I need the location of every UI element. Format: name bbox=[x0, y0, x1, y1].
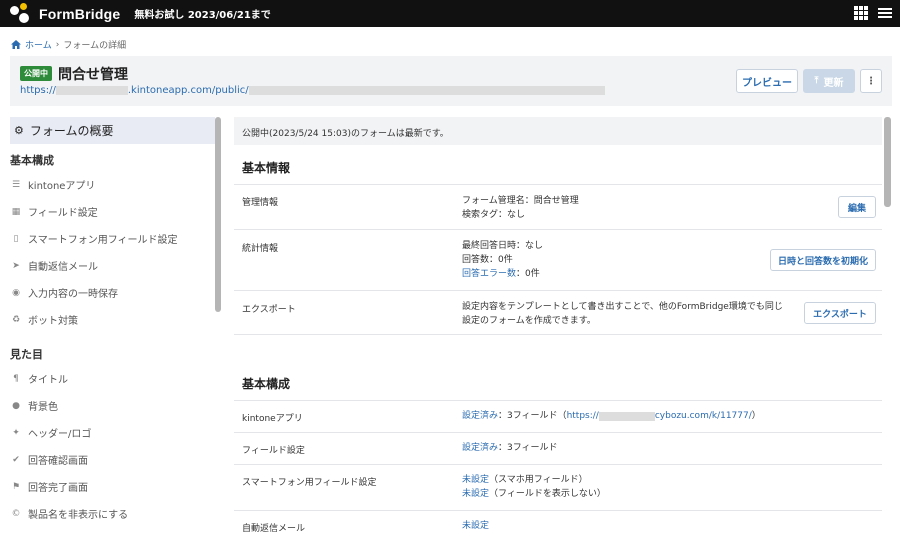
divider bbox=[234, 510, 882, 511]
divider bbox=[234, 464, 882, 465]
kintone-configured-link[interactable]: 設定済み bbox=[462, 409, 498, 423]
database-icon: ☰ bbox=[11, 179, 21, 190]
droplet-icon: ● bbox=[12, 400, 20, 411]
divider bbox=[234, 334, 882, 335]
smartphone-fields-value: 未設定（スマホ用フィールド） 未設定（フィールドを表示しない） bbox=[462, 475, 606, 499]
sidebar-item-title[interactable]: ¶ タイトル bbox=[10, 371, 68, 387]
fields-grid-icon: ▦ bbox=[11, 206, 21, 217]
breadcrumb-separator: › bbox=[55, 39, 60, 50]
sidebar-scrollbar[interactable] bbox=[215, 117, 221, 312]
hamburger-menu-icon[interactable] bbox=[878, 6, 892, 20]
logo-icon: ✦ bbox=[12, 427, 20, 438]
sidebar-item-background-color[interactable]: ● 背景色 bbox=[10, 398, 58, 414]
preview-button[interactable]: プレビュー bbox=[736, 69, 798, 93]
main-content: 公開中(2023/5/24 15:03)のフォームは最新です。 基本情報 管理情… bbox=[234, 117, 882, 534]
sidebar-item-hide-product-name[interactable]: © 製品名を非表示にする bbox=[10, 506, 129, 522]
save-icon: ◉ bbox=[12, 287, 20, 298]
top-bar: FormBridge 無料お試し 2023/06/21まで bbox=[0, 0, 900, 27]
upload-icon: ⤒ bbox=[814, 76, 819, 86]
sidebar-item-smartphone-fields[interactable]: ▯ スマートフォン用フィールド設定 bbox=[10, 231, 178, 247]
public-url[interactable]: https:// .kintoneapp.com/public/ bbox=[20, 85, 605, 96]
export-description: 設定内容をテンプレートとして書き出すことで、他のFormBridge環境でも同じ… bbox=[462, 302, 783, 326]
admin-info-value: フォーム管理名：問合せ管理 検索タグ：なし bbox=[462, 196, 579, 220]
flag-icon: ⚑ bbox=[11, 481, 21, 492]
recycle-icon: ♻ bbox=[11, 314, 21, 325]
copyright-icon: © bbox=[11, 508, 21, 519]
auto-reply-value: 未設定 bbox=[462, 519, 489, 533]
brand-name: FormBridge bbox=[39, 5, 121, 22]
auto-reply-label: 自動返信メール bbox=[242, 524, 306, 534]
reset-stats-button[interactable]: 日時と回答数を初期化 bbox=[770, 249, 876, 271]
update-button[interactable]: ⤒ 更新 bbox=[803, 69, 855, 93]
redacted-block bbox=[248, 86, 605, 95]
section-title-basic-info: 基本情報 bbox=[242, 161, 291, 175]
logo[interactable]: FormBridge bbox=[10, 2, 121, 25]
sidebar-item-label: フォームの概要 bbox=[29, 124, 114, 138]
sidebar-item-complete-screen[interactable]: ⚑ 回答完了画面 bbox=[10, 479, 88, 495]
url-prefix: https:// bbox=[20, 85, 56, 96]
divider bbox=[234, 184, 882, 185]
divider bbox=[234, 400, 882, 401]
kintone-app-label: kintoneアプリ bbox=[242, 414, 303, 424]
main-scrollbar[interactable] bbox=[884, 117, 891, 207]
export-label: エクスポート bbox=[242, 305, 296, 315]
sp-hide-unset-link[interactable]: 未設定 bbox=[462, 489, 489, 499]
redacted-block bbox=[598, 411, 655, 421]
section-title-basic-config: 基本構成 bbox=[242, 377, 291, 391]
status-badge: 公開中 bbox=[20, 66, 52, 81]
smartphone-icon: ▯ bbox=[13, 233, 19, 244]
sidebar-section-heading: 基本構成 bbox=[10, 154, 54, 167]
edit-button[interactable]: 編集 bbox=[838, 196, 876, 218]
stats-label: 統計情報 bbox=[242, 244, 279, 254]
sidebar-item-confirm-screen[interactable]: ✔ 回答確認画面 bbox=[10, 452, 88, 468]
sidebar-item-header-logo[interactable]: ✦ ヘッダー/ロゴ bbox=[10, 425, 91, 441]
breadcrumb-home-link[interactable]: ホーム bbox=[25, 38, 52, 51]
breadcrumb-current: フォームの詳細 bbox=[63, 41, 127, 51]
kintone-app-url[interactable]: cybozu.com/k/11777/ bbox=[655, 409, 752, 423]
sidebar: ⚙ フォームの概要 基本構成 ☰ kintoneアプリ ▦ フィールド設定 ▯ スマー… bbox=[10, 117, 222, 534]
more-options-button[interactable]: ⋮ bbox=[860, 69, 882, 93]
field-configured-link[interactable]: 設定済み bbox=[462, 443, 498, 453]
gear-icon: ⚙ bbox=[14, 124, 24, 137]
home-icon bbox=[11, 40, 21, 49]
check-icon: ✔ bbox=[12, 454, 20, 465]
divider bbox=[234, 290, 882, 291]
admin-info-label: 管理情報 bbox=[242, 198, 279, 208]
page-title: 問合せ管理 bbox=[58, 67, 128, 83]
sidebar-item-kintone-app[interactable]: ☰ kintoneアプリ bbox=[10, 177, 95, 193]
sidebar-item-temp-save[interactable]: ◉ 入力内容の一時保存 bbox=[10, 285, 118, 301]
paragraph-icon: ¶ bbox=[13, 373, 19, 384]
divider bbox=[234, 229, 882, 230]
export-button[interactable]: エクスポート bbox=[804, 302, 876, 324]
field-settings-value: 設定済み：3フィールド bbox=[462, 443, 558, 453]
smartphone-fields-label: スマートフォン用フィールド設定 bbox=[242, 478, 377, 488]
auto-reply-unset-link[interactable]: 未設定 bbox=[462, 521, 489, 531]
send-icon: ➤ bbox=[12, 260, 20, 271]
divider bbox=[234, 432, 882, 433]
answer-error-link[interactable]: 回答エラー数 bbox=[462, 269, 516, 279]
publish-notice: 公開中(2023/5/24 15:03)のフォームは最新です。 bbox=[234, 117, 882, 145]
sp-unset-link[interactable]: 未設定 bbox=[462, 475, 489, 485]
sidebar-item-overview[interactable]: ⚙ フォームの概要 bbox=[10, 117, 215, 144]
url-domain: .kintoneapp.com/public/ bbox=[127, 85, 249, 96]
sidebar-item-field-settings[interactable]: ▦ フィールド設定 bbox=[10, 204, 98, 220]
form-header: 公開中 問合せ管理 https:// .kintoneapp.com/publi… bbox=[10, 56, 892, 106]
breadcrumb: ホーム › フォームの詳細 bbox=[11, 38, 126, 51]
apps-grid-icon[interactable] bbox=[854, 6, 868, 20]
logo-icon bbox=[10, 2, 32, 25]
redacted-block bbox=[55, 86, 128, 95]
update-label: 更新 bbox=[823, 77, 844, 89]
sidebar-section-heading: 見た目 bbox=[10, 348, 43, 361]
sidebar-item-bot-protection[interactable]: ♻ ボット対策 bbox=[10, 312, 78, 328]
stats-value: 最終回答日時：なし 回答数：0件 回答エラー数：0件 bbox=[462, 241, 544, 279]
sidebar-item-auto-reply[interactable]: ➤ 自動返信メール bbox=[10, 258, 98, 274]
kintone-app-value: 設定済み ：3フィールド（ https:// cybozu.com/k/1177… bbox=[462, 409, 761, 423]
trial-notice: 無料お試し 2023/06/21まで bbox=[134, 10, 271, 21]
field-settings-label: フィールド設定 bbox=[242, 446, 305, 456]
